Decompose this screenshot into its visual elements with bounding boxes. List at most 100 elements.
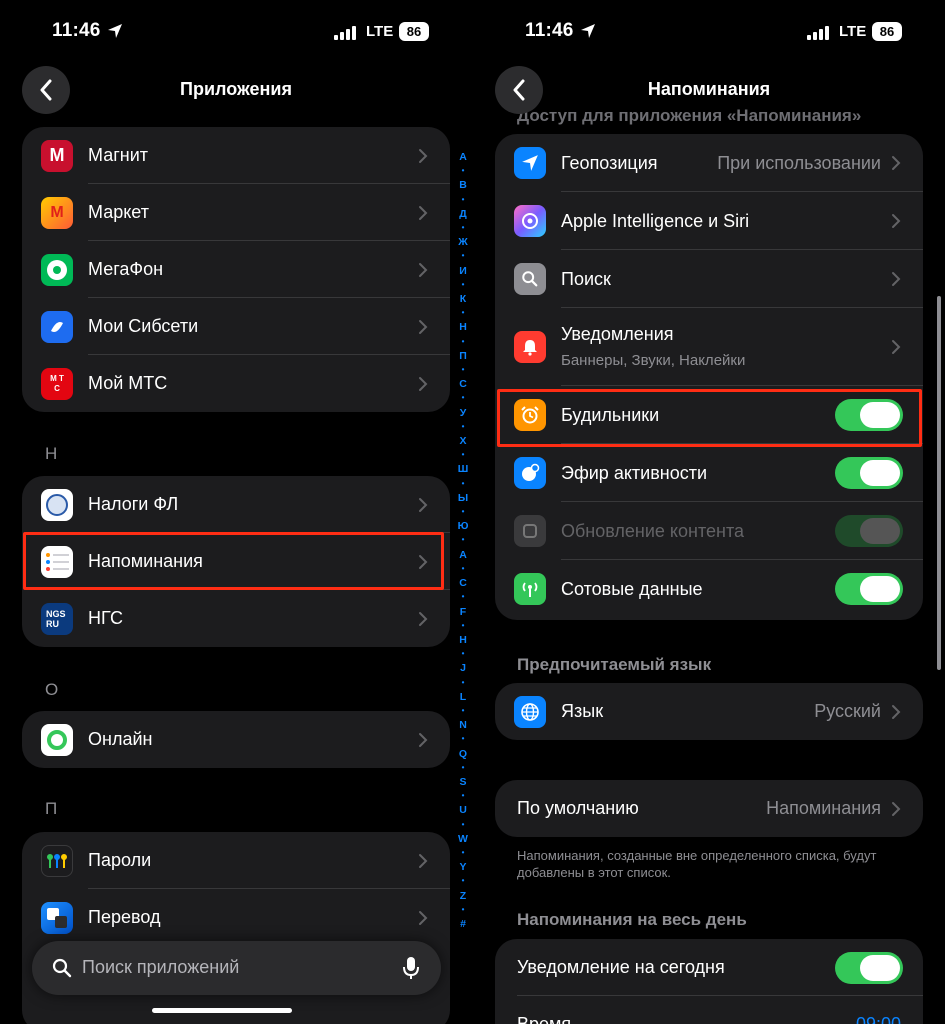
cellular-antenna-icon bbox=[514, 573, 546, 605]
app-row-market[interactable]: M Маркет bbox=[22, 184, 450, 241]
language-group: Язык Русский bbox=[495, 683, 923, 740]
index-letter[interactable]: # bbox=[460, 917, 466, 931]
index-dot: • bbox=[461, 223, 465, 233]
siri-icon bbox=[514, 205, 546, 237]
cellular-toggle[interactable] bbox=[835, 573, 903, 605]
index-letter[interactable]: S bbox=[459, 775, 466, 789]
index-letter[interactable]: Ю bbox=[458, 519, 469, 533]
index-letter[interactable]: H bbox=[459, 633, 467, 647]
location-icon bbox=[514, 147, 546, 179]
scrollbar[interactable] bbox=[937, 296, 941, 670]
app-row-nalogi[interactable]: Налоги ФЛ bbox=[22, 476, 450, 533]
status-bar: 11:46 LTE 86 bbox=[0, 16, 472, 48]
index-letter[interactable]: Ш bbox=[458, 462, 469, 476]
today-notification-toggle[interactable] bbox=[835, 951, 903, 984]
row-background-refresh: Обновление контента bbox=[495, 502, 923, 560]
index-letter[interactable]: Н bbox=[459, 320, 467, 334]
index-dot: • bbox=[461, 507, 465, 517]
section-header-o: О bbox=[45, 680, 59, 699]
index-dot: • bbox=[461, 308, 465, 318]
index-dot: • bbox=[461, 393, 465, 403]
chevron-right-icon bbox=[419, 910, 428, 925]
index-dot: • bbox=[461, 535, 465, 545]
live-activities-toggle[interactable] bbox=[835, 457, 903, 489]
index-letter[interactable]: L bbox=[460, 690, 466, 704]
row-today-notification[interactable]: Уведомление на сегодня bbox=[495, 939, 923, 996]
megafon-app-icon bbox=[41, 253, 73, 286]
app-row-paroli[interactable]: Пароли bbox=[22, 832, 450, 889]
row-label: Обновление контента bbox=[561, 520, 745, 541]
section-index[interactable]: А • В • Д • Ж • И • К • Н • П • С • У • Х • Ш • Ы • Ю • A • C • F • H • J • L •… bbox=[455, 150, 471, 931]
allday-section-header: Напоминания на весь день bbox=[517, 910, 747, 929]
search-bar[interactable]: Поиск приложений bbox=[32, 941, 441, 995]
index-dot: • bbox=[461, 166, 465, 176]
index-dot: • bbox=[461, 847, 465, 857]
time-value[interactable]: 09:00 bbox=[856, 1014, 901, 1024]
row-cellular[interactable]: Сотовые данные bbox=[495, 560, 923, 618]
row-live-activities[interactable]: Эфир активности bbox=[495, 444, 923, 502]
section-header-p: П bbox=[45, 799, 58, 818]
microphone-icon[interactable] bbox=[403, 956, 419, 980]
index-letter[interactable]: C bbox=[459, 576, 467, 590]
row-sublabel: Баннеры, Звуки, Наклейки bbox=[561, 352, 746, 369]
index-letter[interactable]: J bbox=[460, 661, 466, 675]
index-dot: • bbox=[461, 194, 465, 204]
location-arrow-icon bbox=[108, 24, 122, 38]
refresh-icon bbox=[514, 515, 546, 547]
index-letter[interactable]: Д bbox=[459, 207, 466, 221]
index-dot: • bbox=[461, 563, 465, 573]
index-letter[interactable]: Z bbox=[460, 889, 466, 903]
network-label: LTE bbox=[839, 23, 867, 40]
app-label: Налоги ФЛ bbox=[88, 494, 179, 514]
index-letter[interactable]: И bbox=[459, 264, 467, 278]
row-label: Apple Intelligence и Siri bbox=[561, 210, 750, 231]
index-letter[interactable]: К bbox=[460, 292, 466, 306]
index-letter[interactable]: A bbox=[459, 548, 467, 562]
app-row-megafon[interactable]: МегаФон bbox=[22, 241, 450, 298]
row-geolocation[interactable]: Геопозиция При использовании bbox=[495, 134, 923, 192]
chevron-right-icon bbox=[892, 704, 901, 719]
app-row-perevod[interactable]: Перевод bbox=[22, 889, 450, 946]
index-dot: • bbox=[461, 251, 465, 261]
index-letter[interactable]: П bbox=[459, 349, 467, 363]
row-time[interactable]: Время 09:00 bbox=[495, 996, 923, 1024]
app-row-ngs[interactable]: NGS RU НГС bbox=[22, 590, 450, 647]
app-row-moi-mts[interactable]: М Т С Мой МТС bbox=[22, 355, 450, 412]
index-letter[interactable]: Х bbox=[459, 434, 466, 448]
home-indicator bbox=[152, 1008, 292, 1013]
index-letter[interactable]: В bbox=[459, 178, 467, 192]
row-search[interactable]: Поиск bbox=[495, 250, 923, 308]
index-letter[interactable]: Y bbox=[459, 860, 466, 874]
row-language[interactable]: Язык Русский bbox=[495, 683, 923, 740]
index-letter[interactable]: N bbox=[459, 718, 467, 732]
chevron-right-icon bbox=[419, 611, 428, 626]
row-value: При использовании bbox=[717, 152, 881, 173]
app-row-magnit[interactable]: М Магнит bbox=[22, 127, 450, 184]
row-siri[interactable]: Apple Intelligence и Siri bbox=[495, 192, 923, 250]
row-label: Уведомления bbox=[561, 324, 674, 344]
index-dot: • bbox=[461, 677, 465, 687]
app-row-moi-sibseti[interactable]: Мои Сибсети bbox=[22, 298, 450, 355]
chevron-right-icon bbox=[419, 376, 428, 391]
row-notifications[interactable]: Уведомления Баннеры, Звуки, Наклейки bbox=[495, 308, 923, 386]
clock: 11:46 bbox=[525, 20, 574, 41]
row-label: Время bbox=[517, 1014, 572, 1024]
index-letter[interactable]: Ж bbox=[458, 235, 468, 249]
index-letter[interactable]: С bbox=[459, 377, 467, 391]
row-default-list[interactable]: По умолчанию Напоминания bbox=[495, 780, 923, 837]
index-letter[interactable]: А bbox=[459, 150, 467, 164]
index-letter[interactable]: F bbox=[460, 605, 466, 619]
search-icon bbox=[52, 958, 72, 978]
index-dot: • bbox=[461, 791, 465, 801]
index-letter[interactable]: Q bbox=[459, 747, 467, 761]
index-letter[interactable]: У bbox=[460, 406, 467, 420]
app-row-online[interactable]: Онлайн bbox=[22, 711, 450, 768]
search-input[interactable]: Поиск приложений bbox=[82, 957, 239, 978]
index-letter[interactable]: U bbox=[459, 803, 467, 817]
clock: 11:46 bbox=[52, 20, 101, 41]
apps-group-p: Пароли Перевод bbox=[22, 832, 450, 1024]
chevron-right-icon bbox=[892, 214, 901, 228]
index-letter[interactable]: W bbox=[458, 832, 468, 846]
index-letter[interactable]: Ы bbox=[458, 491, 468, 505]
language-section-header: Предпочитаемый язык bbox=[517, 655, 712, 674]
